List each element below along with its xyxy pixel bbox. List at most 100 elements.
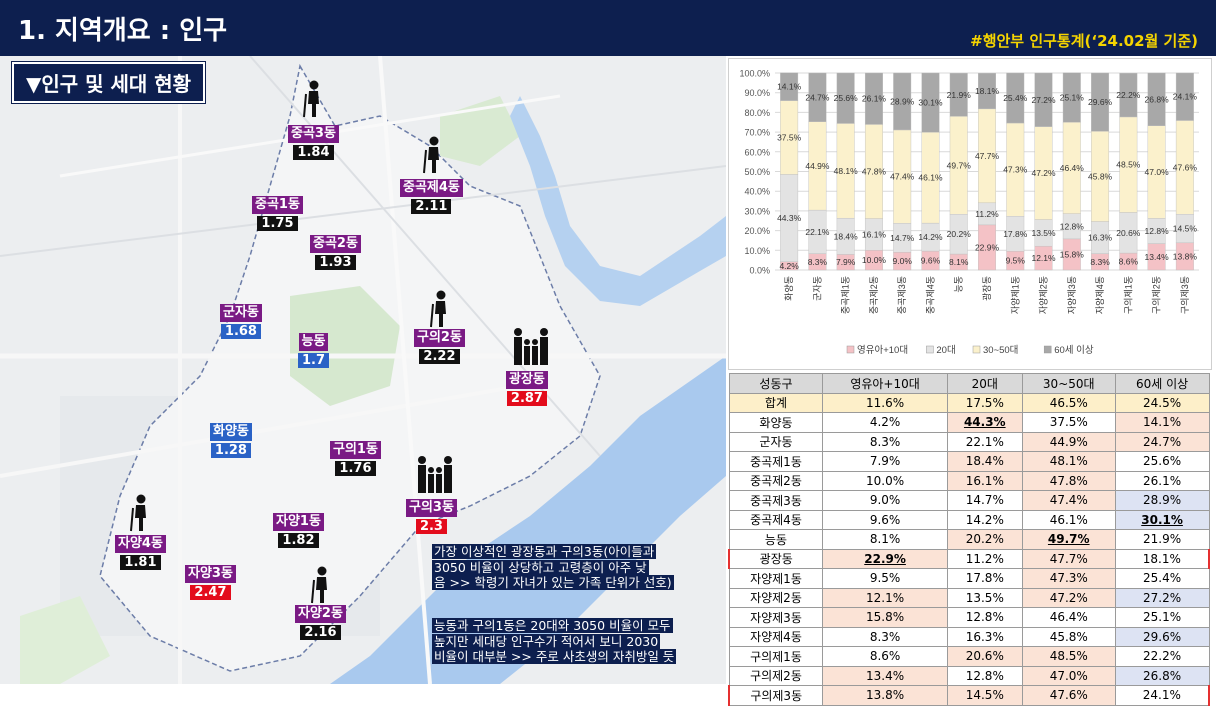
table-cell: 26.1% xyxy=(1114,470,1210,491)
data-label: 25.6% xyxy=(834,93,859,103)
header-bar: 1. 지역개요 : 인구 #행안부 인구통계(‘24.02월 기준) xyxy=(0,0,1216,56)
table-row: 화양동 4.2% 44.3% 37.5% 14.1% xyxy=(728,412,1210,433)
data-label: 25.4% xyxy=(1003,93,1028,103)
dong-label[interactable]: 능동 1.7 xyxy=(298,330,330,368)
dong-label[interactable]: 중곡3동 1.84 xyxy=(288,122,339,160)
table-cell: 49.7% xyxy=(1021,529,1116,550)
x-tick-label: 중곡제4동 xyxy=(925,276,935,314)
family-icon xyxy=(514,328,548,365)
data-label: 25.1% xyxy=(1060,93,1085,103)
table-row: 구의제2동 13.4% 12.8% 47.0% 26.8% xyxy=(728,665,1210,686)
table-row: 구의제1동 8.6% 20.6% 48.5% 22.2% xyxy=(728,646,1210,667)
table-cell: 9.0% xyxy=(822,490,948,511)
data-label: 46.4% xyxy=(1060,163,1085,173)
table-header-cell: 20대 xyxy=(946,373,1023,394)
table-cell: 24.1% xyxy=(1114,685,1210,706)
table-cell: 18.4% xyxy=(946,451,1023,472)
table-cell: 46.4% xyxy=(1021,607,1116,628)
data-label: 30.1% xyxy=(918,98,943,108)
data-label: 26.8% xyxy=(1145,94,1170,104)
data-label: 26.1% xyxy=(862,94,887,104)
table-cell: 44.9% xyxy=(1021,431,1116,452)
dong-label[interactable]: 화양동 1.28 xyxy=(210,420,252,458)
y-tick-label: 10.0% xyxy=(744,246,770,256)
table-cell: 47.2% xyxy=(1021,587,1116,608)
x-tick-label: 자양제4동 xyxy=(1095,276,1105,314)
data-label: 8.3% xyxy=(808,257,828,267)
y-tick-label: 50.0% xyxy=(744,167,770,177)
data-label: 28.9% xyxy=(890,96,915,106)
table-header-cell: 영유아+10대 xyxy=(822,373,948,394)
dong-label[interactable]: 중곡2동 1.93 xyxy=(310,232,361,270)
analysis-note: 가장 이상적인 광장동과 구의3동(아이들과 3050 비율이 상당하고 고령층… xyxy=(432,544,674,590)
dong-label[interactable]: 구의1동 1.76 xyxy=(330,438,381,476)
data-label: 29.6% xyxy=(1088,97,1113,107)
data-label: 22.2% xyxy=(1116,90,1141,100)
x-tick-label: 자양제3동 xyxy=(1067,276,1077,314)
elderly-person-icon xyxy=(423,136,439,174)
table-row: 자양제2동 12.1% 13.5% 47.2% 27.2% xyxy=(728,587,1210,608)
table-cell: 11.2% xyxy=(946,548,1023,569)
table-cell: 27.2% xyxy=(1114,587,1210,608)
table-cell: 구의제1동 xyxy=(728,646,824,667)
data-label: 24.1% xyxy=(1173,92,1198,102)
table-cell: 16.1% xyxy=(946,470,1023,491)
table-cell: 26.8% xyxy=(1114,665,1210,686)
table-cell: 22.1% xyxy=(946,431,1023,452)
dong-label[interactable]: 광장동 2.87 xyxy=(506,368,548,406)
data-label: 14.1% xyxy=(777,82,802,92)
legend-label: 60세 이상 xyxy=(1054,345,1094,356)
data-label: 14.2% xyxy=(918,232,943,242)
dong-label[interactable]: 구의2동 2.22 xyxy=(414,326,465,364)
table-cell: 48.5% xyxy=(1021,646,1116,667)
table-cell: 11.6% xyxy=(822,392,948,413)
dong-label[interactable]: 군자동 1.68 xyxy=(220,301,262,339)
table-cell: 30.1% xyxy=(1114,509,1210,530)
table-header-cell: 60세 이상 xyxy=(1114,373,1210,394)
data-label: 22.1% xyxy=(805,227,830,237)
dong-label[interactable]: 중곡1동 1.75 xyxy=(252,193,303,231)
dong-label[interactable]: 구의3동 2.3 xyxy=(406,496,457,534)
data-label: 46.1% xyxy=(918,173,943,183)
legend-label: 영유아+10대 xyxy=(857,345,908,356)
table-cell: 14.7% xyxy=(946,490,1023,511)
table-cell: 24.5% xyxy=(1114,392,1210,413)
table-cell: 25.4% xyxy=(1114,568,1210,589)
dong-label[interactable]: 자양1동 1.82 xyxy=(273,510,324,548)
table-cell: 14.5% xyxy=(946,685,1023,706)
data-label: 48.1% xyxy=(834,166,859,176)
data-label: 7.9% xyxy=(836,257,856,267)
data-label: 15.8% xyxy=(1060,249,1085,259)
x-tick-label: 자양제1동 xyxy=(1010,276,1020,314)
table-cell: 중곡제4동 xyxy=(728,509,824,530)
table-cell: 구의제2동 xyxy=(728,665,824,686)
table-cell: 8.1% xyxy=(822,529,948,550)
data-label: 10.0% xyxy=(862,255,887,265)
table-cell: 37.5% xyxy=(1021,412,1116,433)
table-cell: 17.5% xyxy=(946,392,1023,413)
x-tick-label: 중곡제2동 xyxy=(869,276,879,314)
table-cell: 7.9% xyxy=(822,451,948,472)
dong-label[interactable]: 중곡제4동 2.11 xyxy=(400,176,463,214)
x-tick-label: 구의제1동 xyxy=(1123,276,1133,314)
table-cell: 13.4% xyxy=(822,665,948,686)
district-map[interactable]: 중곡3동 1.84 중곡제4동 2.11 중곡1동 1.75 중곡2동 1.93 군자동… xyxy=(0,56,726,684)
data-label: 11.2% xyxy=(975,209,999,219)
data-label: 8.1% xyxy=(949,257,969,267)
data-label: 8.3% xyxy=(1090,257,1110,267)
data-label: 47.3% xyxy=(1003,165,1028,175)
table-cell: 자양제3동 xyxy=(728,607,824,628)
table-row: 중곡제4동 9.6% 14.2% 46.1% 30.1% xyxy=(728,509,1210,530)
dong-label[interactable]: 자양2동 2.16 xyxy=(295,602,346,640)
data-label: 27.2% xyxy=(1031,95,1056,105)
data-label: 8.6% xyxy=(1119,257,1139,267)
table-cell: 12.1% xyxy=(822,587,948,608)
table-cell: 46.5% xyxy=(1021,392,1116,413)
dong-label[interactable]: 자양3동 2.47 xyxy=(185,562,236,600)
x-tick-label: 구의제2동 xyxy=(1152,276,1162,314)
dong-label[interactable]: 자양4동 1.81 xyxy=(115,532,166,570)
data-label: 47.4% xyxy=(890,172,915,182)
table-cell: 자양제1동 xyxy=(728,568,824,589)
table-row: 자양제3동 15.8% 12.8% 46.4% 25.1% xyxy=(728,607,1210,628)
table-cell: 47.3% xyxy=(1021,568,1116,589)
